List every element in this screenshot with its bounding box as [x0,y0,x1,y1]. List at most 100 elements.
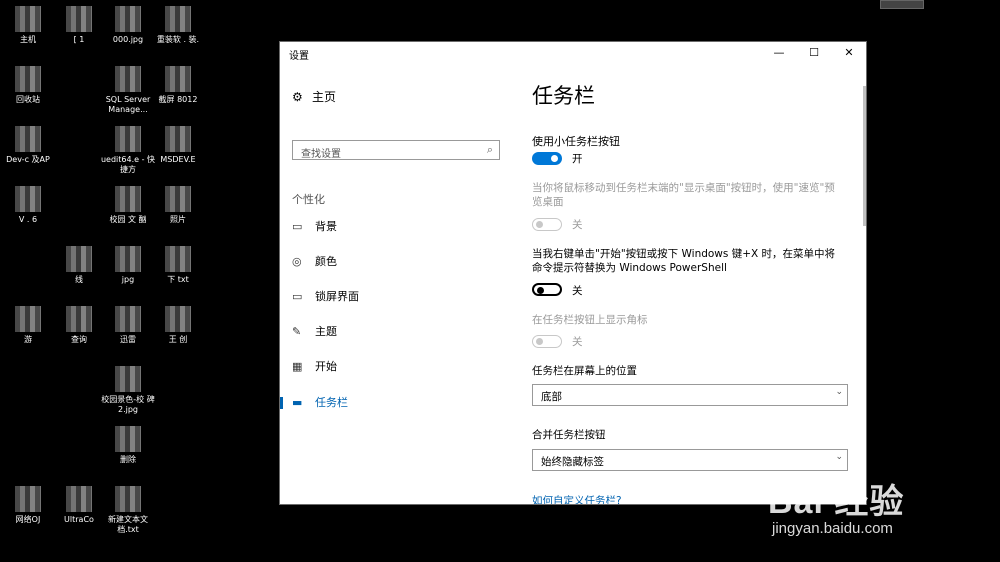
desktop-icon[interactable]: 校园 文 酗 [100,186,156,225]
desktop-icon[interactable]: 游 [0,306,56,345]
sidebar-item-6[interactable]: ▬ 任务栏 [280,391,520,415]
desktop-icon[interactable]: 线 [51,246,107,285]
sidebar-item-2[interactable]: ◎ 颜色 [280,250,520,274]
palette-icon: ◎ [292,255,302,268]
title-bar[interactable]: 设置 — ☐ ✕ [280,42,866,64]
position-value: 底部 [541,391,562,403]
desktop-icon[interactable]: 新建文本文 档.txt [100,486,156,535]
toggle-knob [551,155,558,162]
file-icon [15,66,41,92]
desktop-icon[interactable]: 下 txt [150,246,206,285]
chevron-down-icon: ⌄ [835,452,843,462]
taskbar-icon: ▬ [292,396,303,409]
file-icon [115,486,141,512]
file-icon [115,66,141,92]
file-icon [15,6,41,32]
watermark-logo: Bai 经验 jingyan.baidu.com [764,474,1000,562]
desktop-icon[interactable]: 主机 [0,6,56,45]
desktop-icon-label: jpg [121,275,135,284]
desktop-icon[interactable]: 校园景色-校 碑2.jpg [100,366,156,415]
position-label: 任务栏在屏幕上的位置 [532,365,637,377]
system-tray[interactable] [880,0,924,9]
position-select[interactable]: 底部 ⌄ [532,384,848,406]
sidebar-item-label: 开始 [315,360,337,373]
desktop-icon[interactable]: MSDEV.E [150,126,206,165]
small-buttons-label: 使用小任务栏按钮 [532,135,620,148]
desktop-icon[interactable]: SQL Server Manage... [100,66,156,115]
desktop-icon-label: MSDEV.E [160,155,196,164]
desktop-icon[interactable]: jpg [100,246,156,285]
help-link[interactable]: 如何自定义任务栏? [532,493,622,504]
desktop-icon[interactable]: 迅雷 [100,306,156,345]
scrollbar[interactable] [863,86,866,226]
search-input[interactable]: 查找设置 ⌕ [292,140,500,160]
desktop-icon[interactable]: UltraCo [51,486,107,525]
watermark-url: jingyan.baidu.com [772,520,893,537]
desktop-icon[interactable]: 照片 [150,186,206,225]
desktop-icon-label: 查询 [71,335,87,344]
settings-window: 设置 — ☐ ✕ ⚙ 主页 查找设置 ⌕ 个性化 ▭ 背景 ◎ 颜色 ▭ 锁屏界面 ✎ 主题 ▦ 开… [279,41,867,505]
file-icon [15,186,41,212]
desktop-icon[interactable]: [ 1 [51,6,107,45]
desktop-icon[interactable]: 删除 [100,426,156,465]
file-icon [15,126,41,152]
file-icon [165,186,191,212]
theme-brush-icon: ✎ [292,325,302,338]
desktop-icon-label: SQL Server Manage... [105,95,151,114]
file-icon [115,6,141,32]
small-buttons-toggle[interactable] [532,152,562,165]
sidebar-item-3[interactable]: ▭ 锁屏界面 [280,285,520,309]
desktop-icon-label: 王 创 [168,335,188,344]
desktop-icon[interactable]: Dev-c 及AP [0,126,56,165]
sidebar-item-label: 任务栏 [315,396,348,409]
maximize-button[interactable]: ☐ [797,42,831,64]
combine-label: 合并任务栏按钮 [532,429,606,441]
minimize-button[interactable]: — [762,42,796,64]
peek-label: 当你将鼠标移动到任务栏末端的"显示桌面"按钮时，使用"速览"预览桌面 [532,182,835,208]
watermark-brand: Bai 经验 [768,483,905,521]
sidebar-item-4[interactable]: ✎ 主题 [280,320,520,344]
sidebar-item-label: 主题 [315,325,337,338]
file-icon [115,426,141,452]
desktop-icon[interactable]: uedit64.e - 快捷方 [100,126,156,175]
section-heading: 个性化 [292,193,325,206]
desktop-icon[interactable]: 截屏 8012 [150,66,206,105]
desktop-icon[interactable]: 回收站 [0,66,56,105]
start-tiles-icon: ▦ [292,360,303,373]
file-icon [66,486,92,512]
desktop-icon[interactable]: 王 创 [150,306,206,345]
sidebar: ⚙ 主页 查找设置 ⌕ 个性化 ▭ 背景 ◎ 颜色 ▭ 锁屏界面 ✎ 主题 ▦ 开始 ▬ 任务栏 [280,64,520,504]
lockscreen-icon: ▭ [292,290,303,303]
home-nav-item[interactable]: ⚙ 主页 [292,88,336,105]
file-icon [66,246,92,272]
main-content: 任务栏 使用小任务栏按钮 开 当你将鼠标移动到任务栏末端的"显示桌面"按钮时，使… [532,64,866,504]
file-icon [165,126,191,152]
badges-state: 关 [572,336,583,348]
desktop-icon[interactable]: 000.jpg [100,6,156,45]
file-icon [115,126,141,152]
file-icon [165,246,191,272]
active-indicator [280,397,283,409]
desktop-icon[interactable]: V . 6 [0,186,56,225]
desktop-icon[interactable]: 查询 [51,306,107,345]
powershell-toggle[interactable] [532,283,562,296]
desktop-icon[interactable]: 网络OJ [0,486,56,525]
desktop-icon[interactable]: 重装软 . 装. [150,6,206,45]
desktop-icon-label: uedit64.e - 快捷方 [100,155,156,174]
file-icon [66,6,92,32]
sidebar-item-5[interactable]: ▦ 开始 [280,355,520,379]
badges-toggle [532,335,562,348]
sidebar-item-label: 背景 [315,220,337,233]
toggle-knob [537,286,544,294]
gear-icon: ⚙ [292,90,303,104]
home-label: 主页 [312,90,337,104]
page-title: 任务栏 [532,84,595,108]
sidebar-item-1[interactable]: ▭ 背景 [280,215,520,239]
file-icon [115,186,141,212]
desktop-icon-label: 迅雷 [120,335,136,344]
close-button[interactable]: ✕ [832,42,866,64]
combine-select[interactable]: 始终隐藏标签 ⌄ [532,449,848,471]
file-icon [165,306,191,332]
powershell-label: 当我右键单击"开始"按钮或按下 Windows 键+X 时，在菜单中将命令提示符… [532,248,836,274]
file-icon [115,306,141,332]
